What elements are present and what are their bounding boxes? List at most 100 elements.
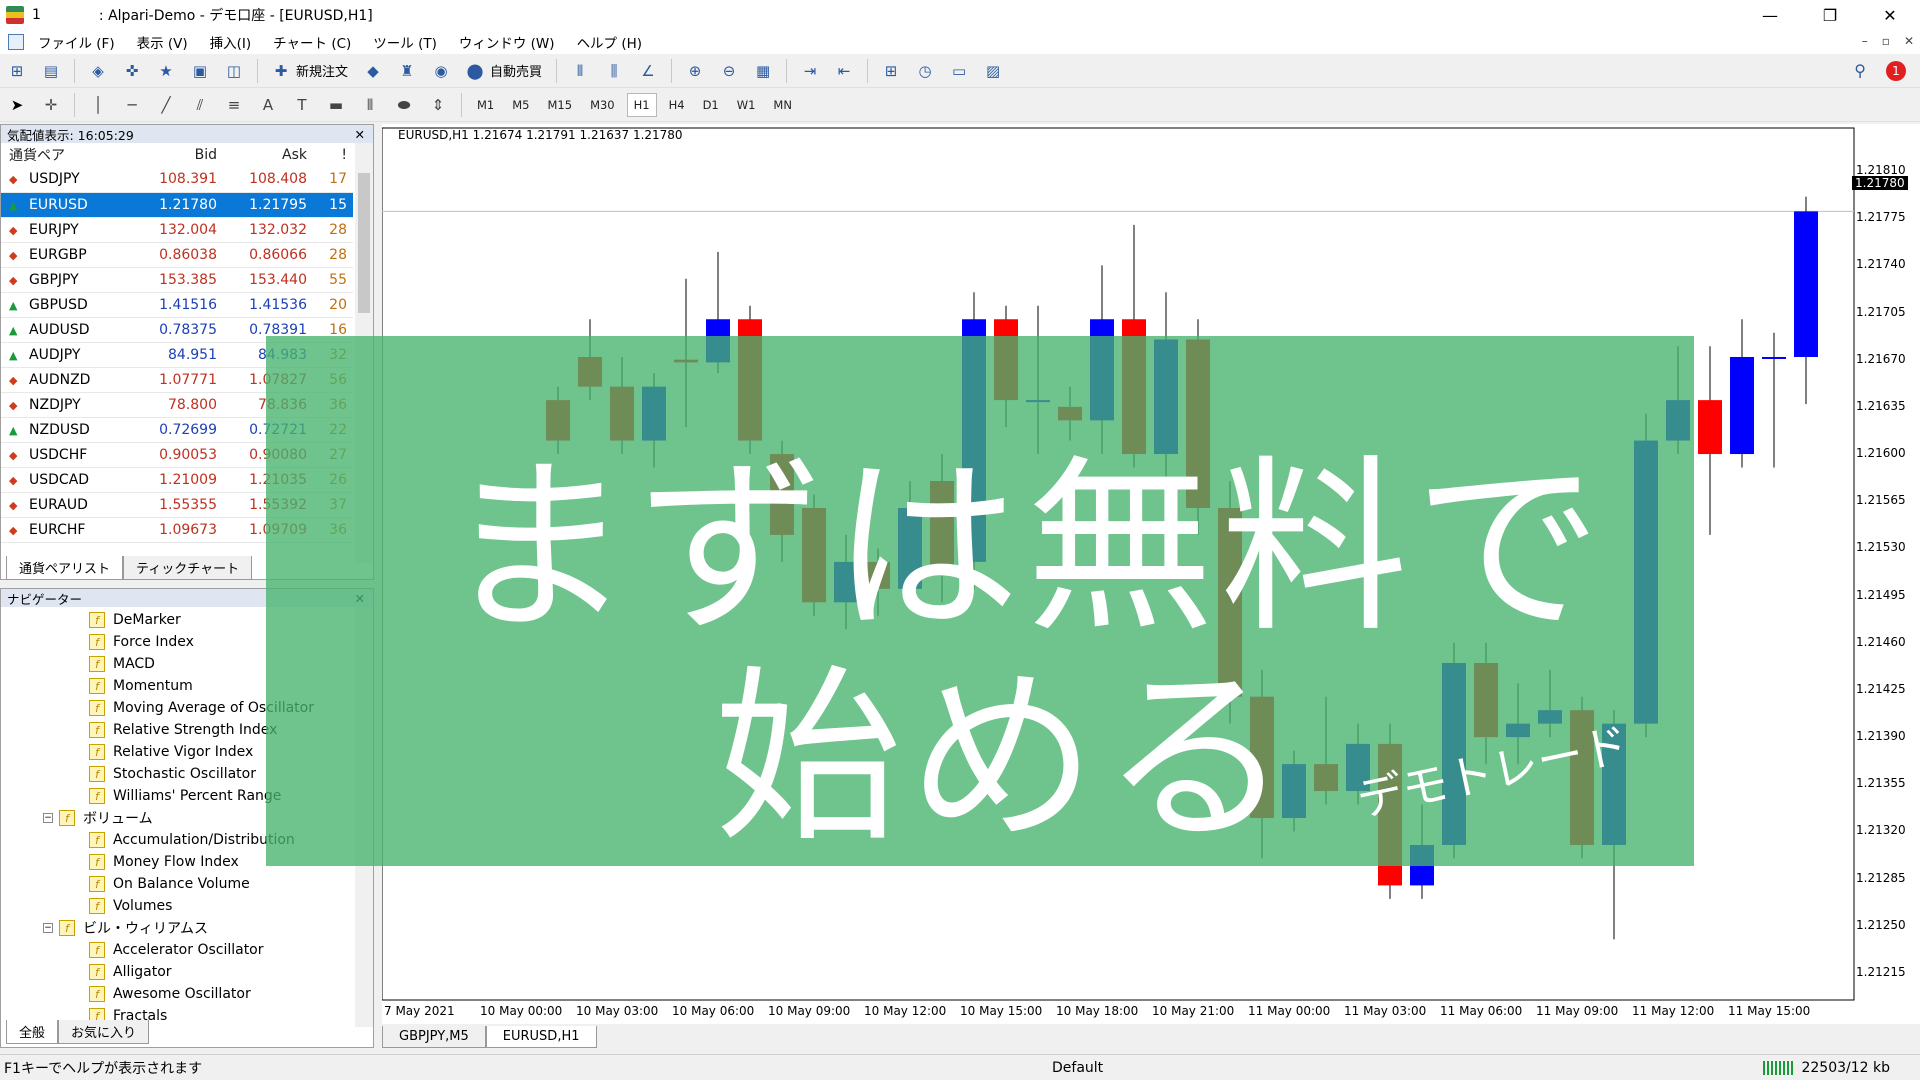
chart-tab-gbpjpy[interactable]: GBPJPY,M5 <box>382 1026 486 1048</box>
timeframe-m30[interactable]: M30 <box>590 98 615 112</box>
collapse-icon[interactable]: − <box>43 923 53 933</box>
column-bid[interactable]: Bid <box>133 143 223 167</box>
symbol-cell[interactable]: ◆ USDCAD <box>1 467 133 493</box>
terminal-icon[interactable]: ▣ <box>187 58 213 84</box>
channel-icon[interactable]: ⫽ <box>187 92 213 118</box>
timeframe-m1[interactable]: M1 <box>477 98 494 112</box>
navigator-item[interactable]: f On Balance Volume <box>1 873 373 895</box>
symbol-cell[interactable]: ◆ EURAUD <box>1 492 133 518</box>
auto-trading-icon[interactable]: ⬤ <box>462 58 488 84</box>
horizontal-line-icon[interactable]: ─ <box>119 92 145 118</box>
timeframe-m15[interactable]: M15 <box>548 98 573 112</box>
indicators-icon[interactable]: ⊞ <box>878 58 904 84</box>
navigator-item[interactable]: f Awesome Oscillator <box>1 983 373 1005</box>
navigator-item[interactable]: f Volumes <box>1 895 373 917</box>
timeframe-mn[interactable]: MN <box>773 98 792 112</box>
table-row[interactable]: ▲ EURUSD 1.21780 1.21795 15 <box>1 192 353 218</box>
market-watch-icon[interactable]: ◈ <box>85 58 111 84</box>
close-icon[interactable]: ✕ <box>355 127 365 142</box>
mdi-restore-icon[interactable]: ▫ <box>1882 34 1890 48</box>
timeframe-h4[interactable]: H4 <box>669 98 685 112</box>
scroll-thumb[interactable] <box>358 173 370 313</box>
screenshot-icon[interactable]: ▨ <box>980 58 1006 84</box>
close-button[interactable]: ✕ <box>1860 0 1920 30</box>
table-row[interactable]: ◆ EURJPY 132.004 132.032 28 <box>1 217 353 243</box>
tab-favorites[interactable]: お気に入り <box>58 1020 150 1044</box>
cursor-icon[interactable]: ➤ <box>4 92 30 118</box>
column-spread[interactable]: ! <box>313 143 353 167</box>
symbol-cell[interactable]: ◆ EURGBP <box>1 242 133 268</box>
cycle-lines-icon[interactable]: ⦀ <box>357 92 383 118</box>
column-symbol[interactable]: 通貨ペア <box>1 143 133 167</box>
tab-symbols[interactable]: 通貨ペアリスト <box>6 556 124 580</box>
text-icon[interactable]: A <box>255 92 281 118</box>
zoom-in-icon[interactable]: ⊕ <box>682 58 708 84</box>
tab-tick-chart[interactable]: ティックチャート <box>123 556 253 580</box>
symbol-cell[interactable]: ◆ EURCHF <box>1 517 133 543</box>
symbol-cell[interactable]: ◆ USDJPY <box>1 167 133 193</box>
navigator-item[interactable]: f Accelerator Oscillator <box>1 939 373 961</box>
menu-file[interactable]: ファイル (F) <box>38 32 115 52</box>
search-icon[interactable]: ⚲ <box>1854 61 1866 80</box>
table-row[interactable]: ▲ GBPUSD 1.41516 1.41536 20 <box>1 292 353 318</box>
new-order-icon[interactable]: ✚ <box>268 58 294 84</box>
text-label-icon[interactable]: T <box>289 92 315 118</box>
metaeditor-icon[interactable]: ◆ <box>360 58 386 84</box>
market-icon[interactable]: ◉ <box>428 58 454 84</box>
bar-chart-icon[interactable]: ⫴ <box>567 58 593 84</box>
table-row[interactable]: ◆ EURGBP 0.86038 0.86066 28 <box>1 242 353 268</box>
navigator-icon[interactable]: ★ <box>153 58 179 84</box>
column-ask[interactable]: Ask <box>223 143 313 167</box>
symbol-cell[interactable]: ◆ NZDJPY <box>1 392 133 418</box>
symbol-cell[interactable]: ▲ GBPUSD <box>1 292 133 318</box>
new-order-button[interactable]: 新規注文 <box>296 61 348 80</box>
trendline-icon[interactable]: ╱ <box>153 92 179 118</box>
collapse-icon[interactable]: − <box>43 813 53 823</box>
chart-shift-icon[interactable]: ⇤ <box>831 58 857 84</box>
timeframe-h1[interactable]: H1 <box>626 92 657 117</box>
profiles-icon[interactable]: ▤ <box>38 58 64 84</box>
minimize-button[interactable]: — <box>1740 0 1800 30</box>
fibonacci-icon[interactable]: ≡ <box>221 92 247 118</box>
timeframe-d1[interactable]: D1 <box>703 98 719 112</box>
symbol-cell[interactable]: ▲ AUDUSD <box>1 317 133 343</box>
symbol-cell[interactable]: ◆ USDCHF <box>1 442 133 468</box>
zoom-out-icon[interactable]: ⊖ <box>716 58 742 84</box>
tab-common[interactable]: 全般 <box>6 1020 59 1044</box>
menu-tools[interactable]: ツール (T) <box>373 32 437 52</box>
symbol-cell[interactable]: ◆ EURJPY <box>1 217 133 243</box>
chart-tab-eurusd[interactable]: EURUSD,H1 <box>485 1026 597 1048</box>
crosshair-icon[interactable]: ✛ <box>38 92 64 118</box>
new-chart-icon[interactable]: ⊞ <box>4 58 30 84</box>
maximize-button[interactable]: ❐ <box>1800 0 1860 30</box>
templates-icon[interactable]: ▭ <box>946 58 972 84</box>
rectangle-icon[interactable]: ▬ <box>323 92 349 118</box>
timeframe-w1[interactable]: W1 <box>737 98 756 112</box>
periods-icon[interactable]: ◷ <box>912 58 938 84</box>
symbol-cell[interactable]: ◆ GBPJPY <box>1 267 133 293</box>
notification-badge[interactable]: 1 <box>1886 60 1906 81</box>
table-row[interactable]: ◆ USDJPY 108.391 108.408 17 <box>1 167 353 193</box>
symbol-cell[interactable]: ▲ AUDJPY <box>1 342 133 368</box>
arrows-icon[interactable]: ⇕ <box>425 92 451 118</box>
table-row[interactable]: ◆ GBPJPY 153.385 153.440 55 <box>1 267 353 293</box>
ellipse-icon[interactable]: ⬬ <box>391 92 417 118</box>
timeframe-m5[interactable]: M5 <box>512 98 529 112</box>
symbol-cell[interactable]: ▲ EURUSD <box>1 192 133 218</box>
mdi-minimize-icon[interactable]: – <box>1862 34 1868 48</box>
data-window-icon[interactable]: ✜ <box>119 58 145 84</box>
navigator-item[interactable]: f Alligator <box>1 961 373 983</box>
line-chart-icon[interactable]: ∠ <box>635 58 661 84</box>
vertical-line-icon[interactable]: │ <box>85 92 111 118</box>
menu-window[interactable]: ウィンドウ (W) <box>459 32 555 52</box>
symbol-cell[interactable]: ▲ NZDUSD <box>1 417 133 443</box>
auto-trading-button[interactable]: 自動売買 <box>490 61 542 80</box>
auto-scroll-icon[interactable]: ⇥ <box>797 58 823 84</box>
menu-view[interactable]: 表示 (V) <box>137 32 188 52</box>
menu-chart[interactable]: チャート (C) <box>273 32 351 52</box>
tile-windows-icon[interactable]: ▦ <box>750 58 776 84</box>
menu-help[interactable]: ヘルプ (H) <box>577 32 642 52</box>
document-icon[interactable] <box>8 34 24 50</box>
menu-insert[interactable]: 挿入(I) <box>210 32 252 52</box>
candlestick-icon[interactable]: ⫼ <box>601 58 627 84</box>
